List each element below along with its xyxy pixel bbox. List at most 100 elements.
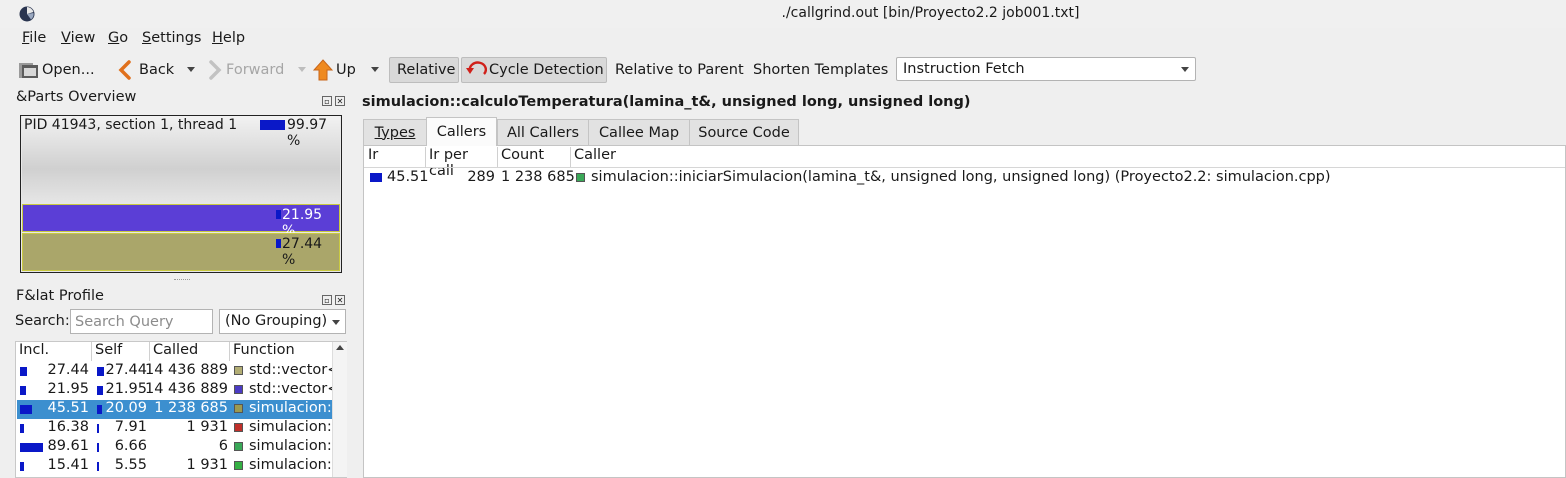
forward-label: Forward: [226, 62, 285, 78]
float-icon[interactable]: ▫: [322, 96, 332, 106]
cycle-detection-toggle[interactable]: Cycle Detection: [461, 57, 607, 83]
back-label: Back: [139, 62, 175, 78]
function-label: simulacion::v: [249, 419, 346, 435]
up-arrow-icon: [313, 59, 333, 81]
table-row[interactable]: 15.41 5.55 1 931 simulacion::c: [17, 457, 345, 476]
splitter-handle[interactable]: [174, 279, 190, 284]
close-icon[interactable]: ✕: [335, 295, 345, 305]
function-color-swatch: [234, 441, 243, 451]
self-cost-bar: [97, 367, 104, 376]
table-row[interactable]: 21.95 21.95 14 436 889 std::vector<c: [17, 381, 346, 400]
function-name: simulacion::i: [234, 438, 341, 454]
self-cost-bar: [97, 424, 99, 433]
function-label: simulacion::c: [249, 400, 345, 416]
table-row[interactable]: 16.38 7.91 1 931 simulacion::v: [17, 419, 345, 438]
menu-help[interactable]: Help: [212, 30, 245, 46]
cycle-arrow-icon: [466, 61, 487, 75]
shorten-templates-toggle[interactable]: Shorten Templates: [753, 57, 888, 83]
flat-profile-title: F&lat Profile: [16, 288, 104, 304]
tab-all-callers[interactable]: All Callers: [497, 119, 589, 145]
column-header-ir[interactable]: Ir: [365, 147, 426, 167]
called-value: 6: [218, 438, 228, 454]
column-header-called[interactable]: Called: [150, 342, 230, 361]
up-button[interactable]: Up: [313, 57, 356, 83]
menu-view[interactable]: View: [61, 30, 95, 46]
back-dropdown-icon[interactable]: [187, 67, 195, 72]
menu-go[interactable]: Go: [108, 30, 128, 46]
part-segment-1[interactable]: 21.95 %: [22, 204, 340, 239]
menu-go-mnemonic: G: [108, 30, 120, 46]
self-value: 7.91: [114, 419, 147, 435]
caller-color-swatch: [576, 172, 585, 182]
tab-types[interactable]: Types: [363, 119, 427, 145]
called-value: 14 436 889: [144, 381, 228, 397]
function-label: simulacion::i: [249, 438, 341, 454]
column-header-function[interactable]: Function: [230, 342, 334, 361]
forward-dropdown-icon[interactable]: [298, 67, 306, 72]
up-dropdown-icon[interactable]: [371, 67, 379, 72]
back-button[interactable]: Back: [118, 57, 174, 83]
incl-cost-bar: [20, 462, 24, 471]
function-color-swatch: [234, 422, 243, 432]
function-name: std::vector<c: [234, 381, 346, 397]
search-label: Search:: [15, 313, 70, 329]
menu-settings-label: ettings: [151, 30, 202, 46]
back-arrow-icon: [118, 60, 131, 80]
open-button[interactable]: Open...: [18, 57, 95, 83]
column-header-caller[interactable]: Caller: [571, 147, 1565, 167]
incl-value: 27.44: [47, 362, 89, 378]
menu-file[interactable]: File: [22, 30, 46, 46]
float-icon[interactable]: ▫: [322, 295, 332, 305]
column-header-count[interactable]: Count: [498, 147, 571, 167]
self-cost-bar: [97, 386, 103, 395]
segment-2-percent: 27.44 %: [282, 236, 323, 268]
parts-overview-dock-buttons: ▫ ✕: [322, 92, 350, 106]
relative-toggle[interactable]: Relative: [389, 57, 459, 83]
table-row[interactable]: 27.44 27.44 14 436 889 std::vector<s: [17, 362, 346, 381]
self-cost-bar: [97, 462, 99, 471]
tab-callers[interactable]: Callers: [426, 117, 497, 146]
tab-callee-map-label: Callee Map: [598, 124, 680, 141]
relative-label: Relative: [397, 62, 456, 78]
shorten-templates-label: Shorten Templates: [753, 62, 889, 78]
relative-to-parent-toggle[interactable]: Relative to Parent: [615, 57, 744, 83]
incl-cost-bar: [20, 424, 24, 433]
menu-help-mnemonic: H: [212, 30, 223, 46]
search-input[interactable]: [70, 309, 213, 334]
event-type-select[interactable]: Instruction Fetch: [896, 57, 1196, 81]
column-header-self[interactable]: Self: [92, 342, 150, 361]
function-color-swatch: [234, 403, 243, 413]
caller-ir-per-call: 289: [467, 169, 495, 185]
caller-row[interactable]: 45.51 289 1 238 685 simulacion::iniciarS…: [364, 169, 1564, 188]
up-label: Up: [336, 62, 356, 78]
incl-cost-bar: [20, 443, 43, 452]
incl-value: 21.95: [47, 381, 89, 397]
event-type-value: Instruction Fetch: [903, 61, 1025, 77]
forward-button[interactable]: Forward: [208, 57, 284, 83]
flat-profile-scrollbar[interactable]: [332, 342, 347, 477]
table-row[interactable]: 89.61 6.66 6 simulacion::i: [17, 438, 341, 457]
window-title: ./callgrind.out [bin/Proyecto2.2 job001.…: [781, 5, 1080, 21]
function-name: simulacion::c: [234, 457, 345, 473]
column-header-ir-per-call[interactable]: Ir per call: [426, 147, 498, 179]
callers-list: [363, 145, 1566, 478]
incl-value: 89.61: [47, 438, 89, 454]
caller-count: 1 238 685: [501, 169, 575, 185]
header-divider: [364, 167, 1565, 168]
menu-settings-mnemonic: S: [142, 30, 152, 46]
menu-settings[interactable]: Settings: [142, 30, 202, 46]
column-header-incl[interactable]: Incl.: [16, 342, 92, 361]
table-row[interactable]: 45.51 20.09 1 238 685 simulacion::c: [17, 400, 345, 419]
part-segment-2[interactable]: 27.44 %: [22, 233, 340, 271]
tab-source-code[interactable]: Source Code: [689, 119, 799, 145]
called-value: 1 931: [186, 419, 228, 435]
close-icon[interactable]: ✕: [335, 96, 345, 106]
scroll-up-icon[interactable]: [336, 345, 344, 350]
called-value: 1 931: [186, 457, 228, 473]
caller-function: simulacion::iniciarSimulacion(lamina_t&,…: [576, 169, 1331, 185]
part-thread[interactable]: PID 41943, section 1, thread 1 99.97 %: [22, 116, 340, 204]
grouping-select[interactable]: (No Grouping): [219, 309, 346, 334]
tab-callee-map[interactable]: Callee Map: [588, 119, 690, 145]
cycle-detection-label: Cycle Detection: [489, 62, 604, 78]
toolbar: Open... Back Forward Up Relative Cycle D…: [0, 54, 1566, 86]
